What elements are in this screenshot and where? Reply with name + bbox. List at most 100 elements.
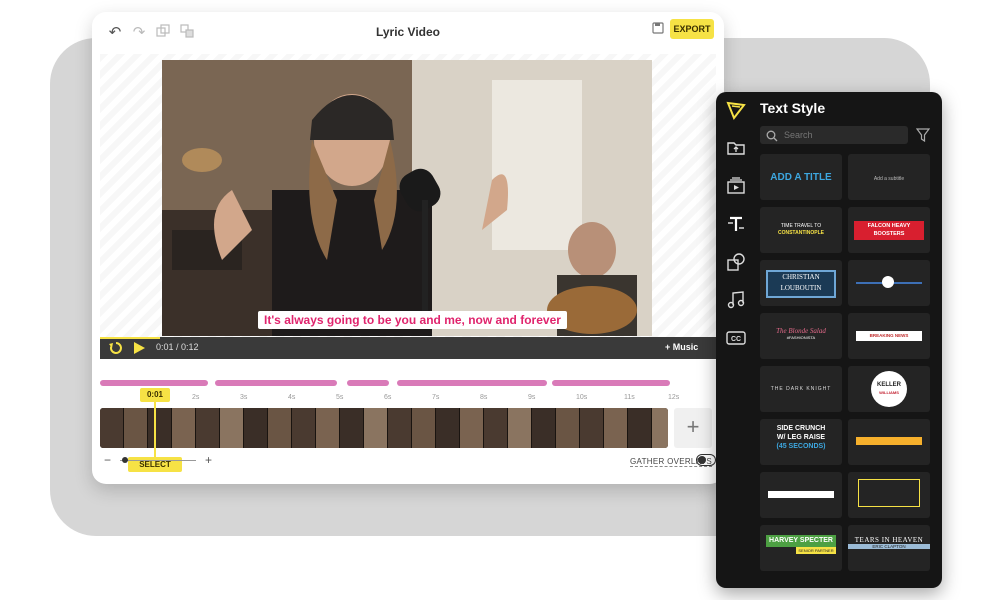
filmstrip-frame: [340, 408, 364, 448]
filter-icon[interactable]: [915, 128, 931, 143]
add-clip-button[interactable]: +: [674, 408, 712, 448]
ruler-label: 8s: [480, 394, 488, 401]
text-style-tile-add-title[interactable]: ADD A TITLE: [760, 154, 842, 200]
tile-label: ERIC CLAPTON: [848, 544, 930, 549]
playhead-time[interactable]: 0:01: [140, 388, 170, 402]
ruler-label: 10s: [576, 394, 588, 401]
text-style-tile-blonde-salad[interactable]: The Blonde Salad #FASHIONISTA: [760, 313, 842, 359]
tile-badge: KELLER WILLIAMS: [871, 371, 907, 407]
filmstrip-frame: [388, 408, 412, 448]
tile-label: ADD A TITLE: [770, 172, 832, 183]
playback-progress: [100, 337, 160, 339]
text-style-tile-keller-williams[interactable]: KELLER WILLIAMS: [848, 366, 930, 412]
media-library-icon[interactable]: [726, 176, 746, 196]
zoom-slider[interactable]: [120, 460, 196, 461]
text-style-panel: CC Text Style ADD A TITLE Add a subtitle…: [716, 92, 942, 588]
playhead-line[interactable]: [154, 402, 156, 458]
add-music-button[interactable]: + Music: [665, 342, 698, 352]
ruler-label: 3s: [240, 394, 248, 401]
text-style-tile-harvey-specter[interactable]: HARVEY SPECTER SENIOR PARTNER: [760, 525, 842, 571]
tile-label: BOOSTERS: [873, 231, 905, 237]
tile-label: FALCON HEAVY: [867, 223, 911, 229]
tile-label: TIME TRAVEL TO: [780, 223, 822, 229]
search-icon: [766, 129, 778, 142]
panel-title: Text Style: [760, 100, 826, 116]
filmstrip-frame: [436, 408, 460, 448]
overlay-track-segment[interactable]: [552, 380, 670, 386]
lyric-caption[interactable]: It's always going to be you and me, now …: [258, 311, 567, 329]
tile-label: KELLER: [877, 382, 901, 388]
overlay-track-segment[interactable]: [347, 380, 389, 386]
folder-upload-icon[interactable]: [726, 138, 746, 158]
text-style-tile-lower-third[interactable]: [760, 472, 842, 518]
tile-quote-frame: [858, 479, 920, 507]
logo-icon: [726, 100, 746, 121]
ruler-label: 7s: [432, 394, 440, 401]
svg-text:CC: CC: [731, 336, 741, 343]
editor-window: ↶ ↷ Lyric Video EXPORT It's always going…: [92, 12, 724, 484]
top-toolbar: ↶ ↷ Lyric Video EXPORT: [92, 12, 724, 54]
video-preview[interactable]: It's always going to be you and me, now …: [162, 60, 652, 336]
overlay-track-segment[interactable]: [100, 380, 208, 386]
closed-captions-icon[interactable]: CC: [726, 328, 746, 348]
text-style-tile-dark-knight[interactable]: THE DARK KNIGHT: [760, 366, 842, 412]
playback-bar: 0:01 / 0:12 + Music: [100, 337, 716, 359]
tile-label: CONSTANTINOPLE: [777, 230, 825, 236]
filmstrip-frame: [580, 408, 604, 448]
filmstrip-frame: [460, 408, 484, 448]
filmstrip-frame: [220, 408, 244, 448]
filmstrip-frame: [484, 408, 508, 448]
text-style-tile-christian-louboutin[interactable]: CHRISTIAN LOUBOUTIN: [760, 260, 842, 306]
filmstrip-frame: [412, 408, 436, 448]
tile-label: #FASHIONISTA: [786, 335, 816, 340]
tile-label: Add a subtitle: [873, 176, 905, 182]
export-button[interactable]: EXPORT: [670, 19, 714, 39]
tile-label: SIDE CRUNCH: [776, 425, 826, 432]
filmstrip-frame: [556, 408, 580, 448]
text-style-tile-time-travel[interactable]: TIME TRAVEL TO CONSTANTINOPLE: [760, 207, 842, 253]
tile-label: SENIOR PARTNER: [796, 547, 836, 554]
tile-label: HARVEY SPECTER: [766, 535, 836, 547]
tile-label: The Blonde Salad: [776, 327, 826, 335]
shapes-icon[interactable]: [726, 252, 746, 272]
text-style-tile-add-subtitle[interactable]: Add a subtitle: [848, 154, 930, 200]
time-display: 0:01 / 0:12: [156, 342, 199, 352]
text-style-tile-tears-in-heaven[interactable]: TEARS IN HEAVEN ERIC CLAPTON: [848, 525, 930, 571]
filmstrip-frame: [532, 408, 556, 448]
filmstrip-frame: [628, 408, 652, 448]
tile-label: TEARS IN HEAVEN: [854, 536, 924, 544]
filmstrip-frame: [244, 408, 268, 448]
tile-label: BREAKING NEWS: [856, 331, 922, 341]
video-frame-illustration: [162, 60, 652, 336]
tile-label: CHRISTIAN: [782, 273, 820, 281]
search-box[interactable]: [760, 126, 908, 144]
text-style-tile-slider[interactable]: [848, 260, 930, 306]
search-input[interactable]: [784, 126, 902, 144]
music-note-icon[interactable]: [726, 290, 746, 310]
filmstrip-frame: [268, 408, 292, 448]
canvas-stage: It's always going to be you and me, now …: [100, 54, 716, 342]
text-style-tile-quote[interactable]: [848, 472, 930, 518]
text-style-tile-pizza-banner[interactable]: [848, 419, 930, 465]
overlay-tracks: [100, 378, 716, 390]
ruler-label: 11s: [624, 394, 635, 401]
zoom-in-button[interactable]: +: [205, 453, 212, 467]
gather-overlays-toggle[interactable]: [696, 454, 716, 466]
video-filmstrip[interactable]: [100, 408, 668, 448]
overlay-track-segment[interactable]: [397, 380, 547, 386]
text-style-tile-falcon-heavy[interactable]: FALCON HEAVY BOOSTERS: [848, 207, 930, 253]
text-tool-icon[interactable]: [726, 214, 746, 234]
replay-icon[interactable]: [108, 340, 124, 356]
overlay-track-segment[interactable]: [215, 380, 337, 386]
zoom-slider-knob[interactable]: [122, 457, 128, 463]
save-icon[interactable]: [652, 21, 666, 35]
text-style-tile-side-crunch[interactable]: SIDE CRUNCH W/ LEG RAISE (45 SECONDS): [760, 419, 842, 465]
tile-banner: [856, 437, 922, 445]
zoom-out-button[interactable]: −: [104, 453, 111, 467]
play-icon[interactable]: [131, 340, 147, 356]
text-style-tile-breaking-news[interactable]: BREAKING NEWS: [848, 313, 930, 359]
filmstrip-frame: [124, 408, 148, 448]
tile-label: THE DARK KNIGHT: [770, 386, 832, 392]
page-title: Lyric Video: [375, 25, 441, 39]
filmstrip-frame: [172, 408, 196, 448]
